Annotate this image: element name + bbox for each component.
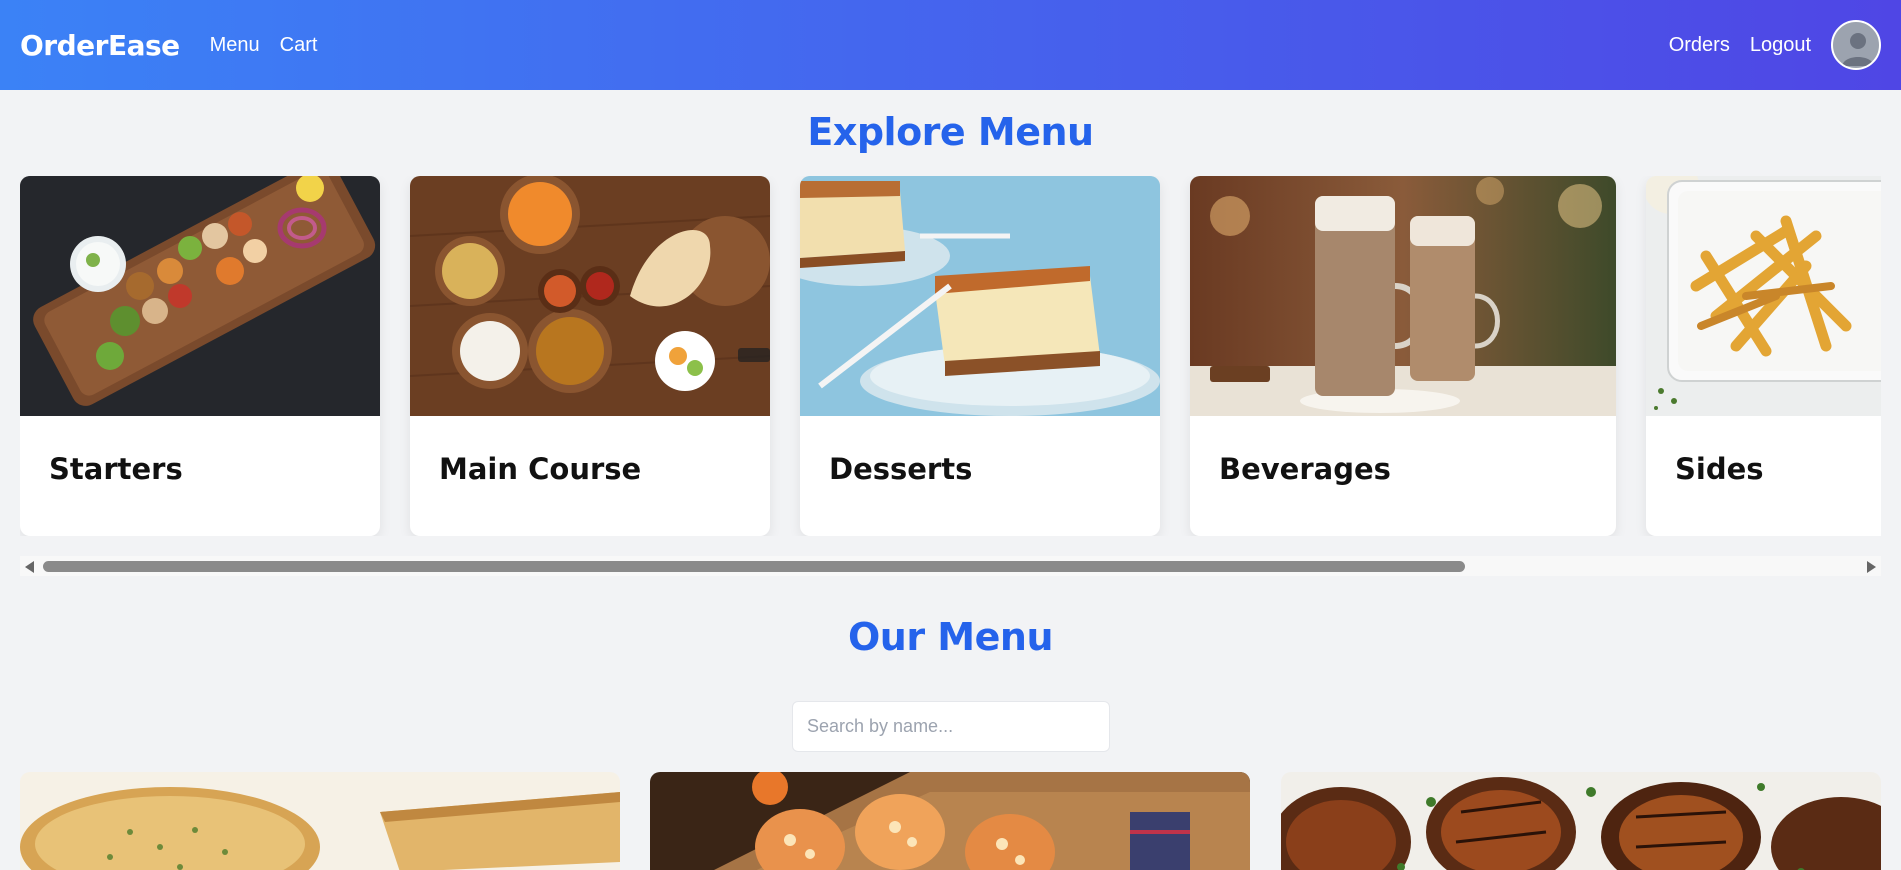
menu-item-card-stuffed-bites[interactable] <box>650 772 1250 870</box>
top-navbar: OrderEase Menu Cart Orders Logout <box>0 0 1901 90</box>
category-carousel-scrollbar[interactable] <box>20 556 1881 576</box>
category-name: Beverages <box>1219 452 1391 486</box>
nav-link-menu[interactable]: Menu <box>210 34 260 57</box>
category-card-sides[interactable]: Sides <box>1646 176 1881 536</box>
scrollbar-thumb[interactable] <box>43 561 1465 572</box>
scroll-right-arrow-icon[interactable] <box>1867 561 1876 573</box>
menu-item-card-grilled-chicken[interactable] <box>1281 772 1881 870</box>
category-name: Desserts <box>829 452 973 486</box>
nav-link-orders[interactable]: Orders <box>1669 34 1730 57</box>
user-avatar-icon[interactable] <box>1831 20 1881 70</box>
category-name: Main Course <box>439 452 642 486</box>
category-name: Starters <box>49 452 183 486</box>
menu-item-card-garlic-bread[interactable] <box>20 772 620 870</box>
category-image-starters <box>20 176 380 416</box>
category-card-main-course[interactable]: Main Course <box>410 176 770 536</box>
category-card-beverages[interactable]: Beverages <box>1190 176 1616 536</box>
category-carousel[interactable]: Starters Main Course Desserts Beverages … <box>20 176 1881 536</box>
explore-menu-title: Explore Menu <box>807 110 1094 154</box>
category-name: Sides <box>1675 452 1764 486</box>
nav-link-cart[interactable]: Cart <box>280 34 318 57</box>
brand-logo[interactable]: OrderEase <box>20 29 180 62</box>
nav-link-logout[interactable]: Logout <box>1750 34 1811 57</box>
category-image-main-course <box>410 176 770 416</box>
category-card-desserts[interactable]: Desserts <box>800 176 1160 536</box>
scroll-left-arrow-icon[interactable] <box>25 561 34 573</box>
category-image-desserts <box>800 176 1160 416</box>
nav-right-group: Orders Logout <box>1649 20 1881 70</box>
category-card-starters[interactable]: Starters <box>20 176 380 536</box>
our-menu-title: Our Menu <box>847 615 1054 659</box>
category-image-sides <box>1646 176 1881 416</box>
menu-search-input[interactable] <box>792 701 1110 752</box>
category-image-beverages <box>1190 176 1616 416</box>
